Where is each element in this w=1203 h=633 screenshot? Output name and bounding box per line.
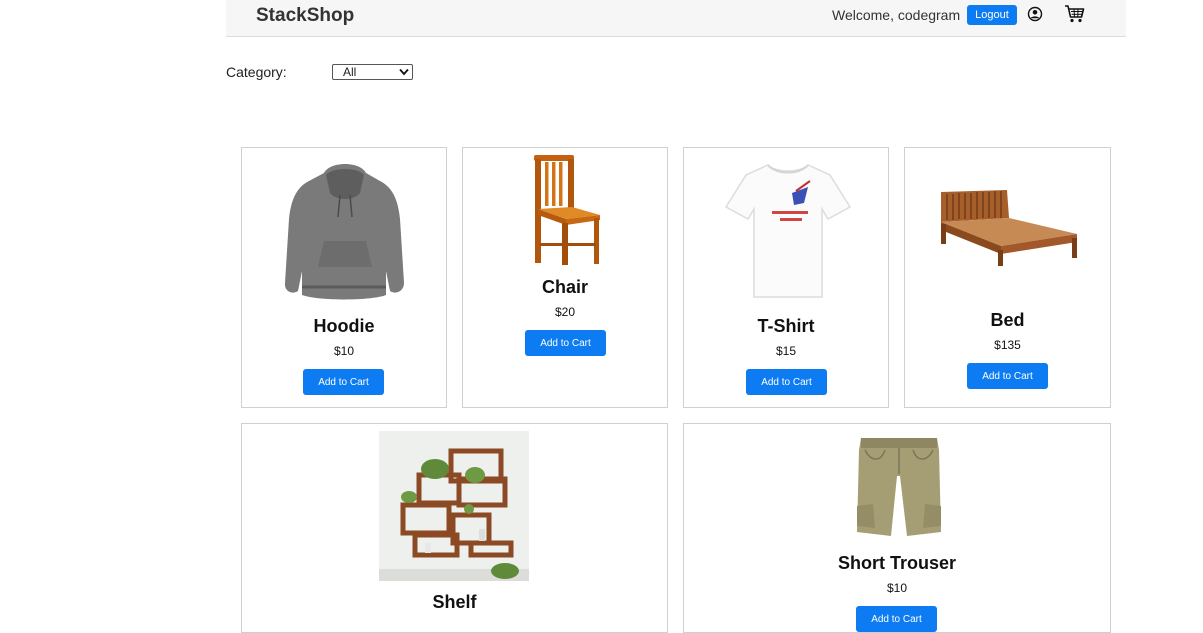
product-price: $20 bbox=[463, 305, 667, 319]
add-to-cart-button[interactable]: Add to Cart bbox=[856, 606, 937, 632]
product-price: $135 bbox=[905, 338, 1110, 352]
navbar: StackShop Welcome, codegram Logout bbox=[226, 0, 1126, 37]
add-to-cart-button[interactable]: Add to Cart bbox=[746, 369, 827, 395]
chevron-down-icon bbox=[399, 68, 409, 76]
product-card-tshirt: T-Shirt $15 Add to Cart bbox=[683, 147, 889, 408]
product-title: Shelf bbox=[242, 592, 667, 613]
add-to-cart-button[interactable]: Add to Cart bbox=[967, 363, 1048, 389]
chair-image bbox=[528, 155, 603, 267]
product-price: $10 bbox=[684, 581, 1110, 595]
brand-logo[interactable]: StackShop bbox=[256, 5, 354, 27]
product-card-chair: Chair $20 Add to Cart bbox=[462, 147, 668, 408]
welcome-text: Welcome, codegram bbox=[832, 7, 960, 23]
shopping-cart-icon[interactable] bbox=[1064, 4, 1086, 24]
product-title: Short Trouser bbox=[684, 553, 1110, 574]
product-card-hoodie: Hoodie $10 Add to Cart bbox=[241, 147, 447, 408]
product-title: Chair bbox=[463, 277, 667, 298]
user-circle-icon[interactable] bbox=[1027, 6, 1043, 22]
add-to-cart-button[interactable]: Add to Cart bbox=[303, 369, 384, 395]
add-to-cart-button[interactable]: Add to Cart bbox=[525, 330, 606, 356]
product-title: Bed bbox=[905, 310, 1110, 331]
shelf-image bbox=[379, 431, 529, 581]
product-title: T-Shirt bbox=[684, 316, 888, 337]
hoodie-image bbox=[282, 159, 407, 301]
product-card-bed: Bed $135 Add to Cart bbox=[904, 147, 1111, 408]
tshirt-image bbox=[724, 163, 852, 299]
logout-button[interactable]: Logout bbox=[967, 5, 1017, 25]
product-title: Hoodie bbox=[242, 316, 446, 337]
product-price: $10 bbox=[242, 344, 446, 358]
product-card-short-trouser: Short Trouser $10 Add to Cart bbox=[683, 423, 1111, 633]
category-select[interactable]: All bbox=[332, 64, 413, 80]
bed-image bbox=[939, 188, 1079, 268]
product-price: $15 bbox=[684, 344, 888, 358]
category-selected-value: All bbox=[343, 65, 356, 79]
shorts-image bbox=[857, 436, 941, 538]
product-card-shelf: Shelf bbox=[241, 423, 668, 633]
category-label: Category: bbox=[226, 64, 287, 80]
